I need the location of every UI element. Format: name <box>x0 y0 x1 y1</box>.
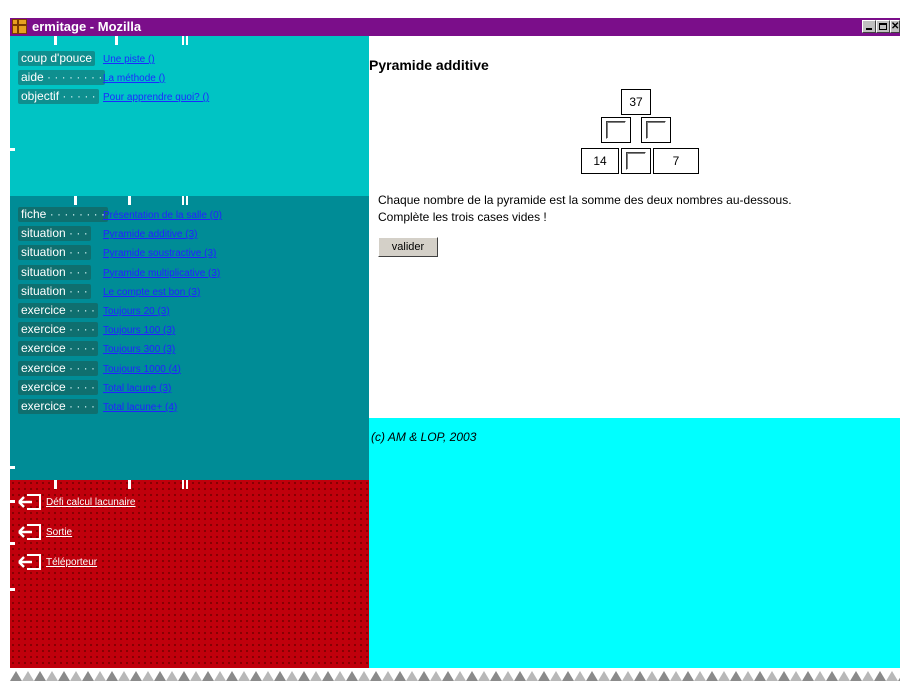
activity-link[interactable]: Le compte est bon (3) <box>103 287 200 298</box>
pyramid-input-middle-right[interactable] <box>641 117 671 143</box>
activity-tag: exercice · · · · <box>18 341 99 357</box>
activity-tag: situation · · · <box>18 283 91 299</box>
pyramid-input-middle-left[interactable] <box>601 117 631 143</box>
exit-door-icon <box>18 554 41 570</box>
footer-panel: (c) AM & LOP, 2003 <box>369 418 900 668</box>
exit-label[interactable]: Téléporteur <box>46 557 97 568</box>
panel-ruler <box>10 36 369 48</box>
help-link-method[interactable]: La méthode () <box>103 73 165 84</box>
maximize-button[interactable] <box>876 20 890 33</box>
exit-label[interactable]: Défi calcul lacunaire <box>46 497 136 508</box>
exercise-area: Pyramide additive 37 14 7 Chaque nombre … <box>369 36 900 418</box>
pyramid-cell-top: 37 <box>621 89 651 115</box>
panel-ruler <box>10 480 369 492</box>
activity-tag: exercice · · · · <box>18 322 99 338</box>
validate-button[interactable]: valider <box>378 237 438 257</box>
decorative-border-pattern <box>10 668 900 681</box>
activity-link[interactable]: Présentation de la salle (0) <box>103 210 222 221</box>
page-title: Pyramide additive <box>369 57 489 73</box>
exits-panel: Défi calcul lacunaire Sortie Téléporteur <box>10 480 369 668</box>
activities-panel: fiche · · · · · · · · Présentation de la … <box>10 196 369 480</box>
activity-link[interactable]: Toujours 1000 (4) <box>103 364 181 375</box>
help-link-hint[interactable]: Une piste () <box>103 54 155 65</box>
pyramid-input-bottom-middle[interactable] <box>621 148 651 174</box>
pyramid-cell-bottom-right: 7 <box>653 148 699 174</box>
help-tag: coup d'pouce <box>18 51 96 66</box>
activity-tag: exercice · · · · <box>18 303 99 318</box>
decorative-border <box>10 668 900 681</box>
app-icon <box>12 19 27 34</box>
activity-link[interactable]: Toujours 300 (3) <box>103 344 175 355</box>
activity-link[interactable]: Pyramide multiplicative (3) <box>103 268 220 279</box>
activity-tag: exercice · · · · <box>18 360 99 376</box>
pyramid-cell-bottom-left: 14 <box>581 148 619 174</box>
activity-link[interactable]: Total lacune (3) <box>103 383 171 394</box>
activity-tag: exercice · · · · <box>18 379 99 395</box>
activity-link[interactable]: Toujours 100 (3) <box>103 325 175 336</box>
window-title: ermitage - Mozilla <box>32 19 142 34</box>
activity-link[interactable]: Toujours 20 (3) <box>103 306 170 317</box>
exit-door-icon <box>18 524 41 540</box>
exit-label[interactable]: Sortie <box>46 527 72 538</box>
instructions: Chaque nombre de la pyramide est la somm… <box>378 192 792 226</box>
help-link-objective[interactable]: Pour apprendre quoi? () <box>103 92 209 103</box>
activity-tag: situation · · · <box>18 226 91 242</box>
copyright-text: (c) AM & LOP, 2003 <box>371 430 477 444</box>
activity-link[interactable]: Pyramide soustractive (3) <box>103 248 216 259</box>
activity-tag: fiche · · · · · · · · <box>18 207 108 222</box>
activity-tag: situation · · · <box>18 245 91 261</box>
minimize-button[interactable] <box>862 20 876 33</box>
help-tag: objectif · · · · · <box>18 89 99 104</box>
instruction-line: Complète les trois cases vides ! <box>378 210 547 224</box>
help-tag: aide · · · · · · · · <box>18 70 106 85</box>
window-titlebar: ermitage - Mozilla ✕ <box>10 18 900 36</box>
activity-tag: situation · · · <box>18 264 91 280</box>
activity-link[interactable]: Total lacune+ (4) <box>103 402 177 413</box>
help-panel: coup d'pouce Une piste () aide · · · · ·… <box>10 36 369 196</box>
activity-tag: exercice · · · · <box>18 399 99 414</box>
exit-door-icon <box>18 494 41 510</box>
instruction-line: Chaque nombre de la pyramide est la somm… <box>378 193 792 207</box>
activity-link[interactable]: Pyramide additive (3) <box>103 229 197 240</box>
close-button[interactable]: ✕ <box>890 20 900 33</box>
